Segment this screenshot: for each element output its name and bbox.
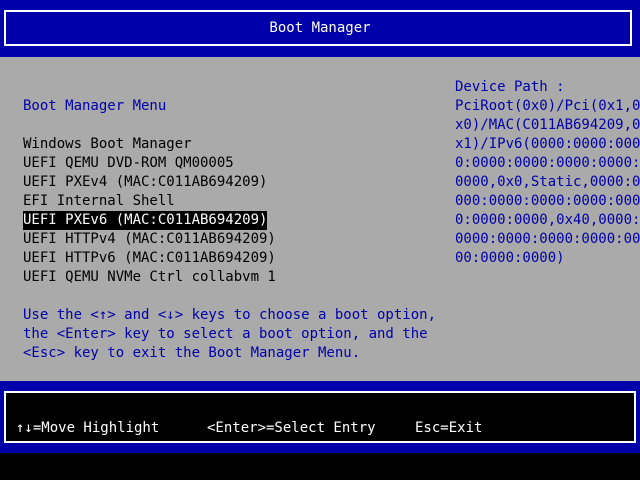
help-line: the <Enter> key to select a boot option,… <box>23 326 428 342</box>
device-path-line: PciRoot(0x0)/Pci(0x1,0 <box>455 98 640 114</box>
boot-option-pxev4[interactable]: UEFI PXEv4 (MAC:C011AB694209) <box>23 173 267 192</box>
footer-move-hint: ↑↓=Move Highlight <box>16 420 160 436</box>
device-path-line: 0000,0x0,Static,0000:0 <box>455 174 640 190</box>
menu-heading: Boot Manager Menu <box>23 98 167 114</box>
help-line: Use the <↑> and <↓> keys to choose a boo… <box>23 307 437 323</box>
boot-option-qemu-dvd-rom[interactable]: UEFI QEMU DVD-ROM QM00005 <box>23 154 234 173</box>
device-path-line: 0:0000:0000,0x40,0000: <box>455 212 640 228</box>
boot-manager-screen: Boot Manager Boot Manager Menu Windows B… <box>0 0 640 480</box>
help-line: <Esc> key to exit the Boot Manager Menu. <box>23 345 361 361</box>
device-path-heading: Device Path : <box>455 79 565 95</box>
footer-exit-hint: Esc=Exit <box>415 420 483 436</box>
device-path-line: 000:0000:0000:0000:000 <box>455 193 640 209</box>
header-bar: Boot Manager <box>0 0 640 57</box>
device-path-line: x1)/IPv6(0000:0000:000 <box>455 136 640 152</box>
device-path-line: 0:0000:0000:0000:0000: <box>455 155 640 171</box>
footer-select-hint: <Enter>=Select Entry <box>207 420 376 436</box>
boot-option-efi-internal-shell[interactable]: EFI Internal Shell <box>23 192 175 211</box>
device-path-line: x0)/MAC(C011AB694209,0 <box>455 117 640 133</box>
device-path-line: 00:0000:0000) <box>455 250 565 266</box>
boot-option-httpv6[interactable]: UEFI HTTPv6 (MAC:C011AB694209) <box>23 249 276 268</box>
device-path-line: 0000:0000:0000:0000:00 <box>455 231 640 247</box>
main-panel: Boot Manager Menu Windows Boot Manager U… <box>0 57 640 381</box>
bottom-border <box>0 453 640 480</box>
boot-option-pxev6-selected[interactable]: UEFI PXEv6 (MAC:C011AB694209) <box>23 211 268 230</box>
boot-option-qemu-nvme[interactable]: UEFI QEMU NVMe Ctrl collabvm 1 <box>23 268 276 287</box>
footer-bar: ↑↓=Move Highlight <Enter>=Select Entry E… <box>0 381 640 453</box>
boot-option-windows-boot-manager[interactable]: Windows Boot Manager <box>23 135 192 154</box>
boot-option-httpv4[interactable]: UEFI HTTPv4 (MAC:C011AB694209) <box>23 230 276 249</box>
page-title: Boot Manager <box>269 20 371 36</box>
